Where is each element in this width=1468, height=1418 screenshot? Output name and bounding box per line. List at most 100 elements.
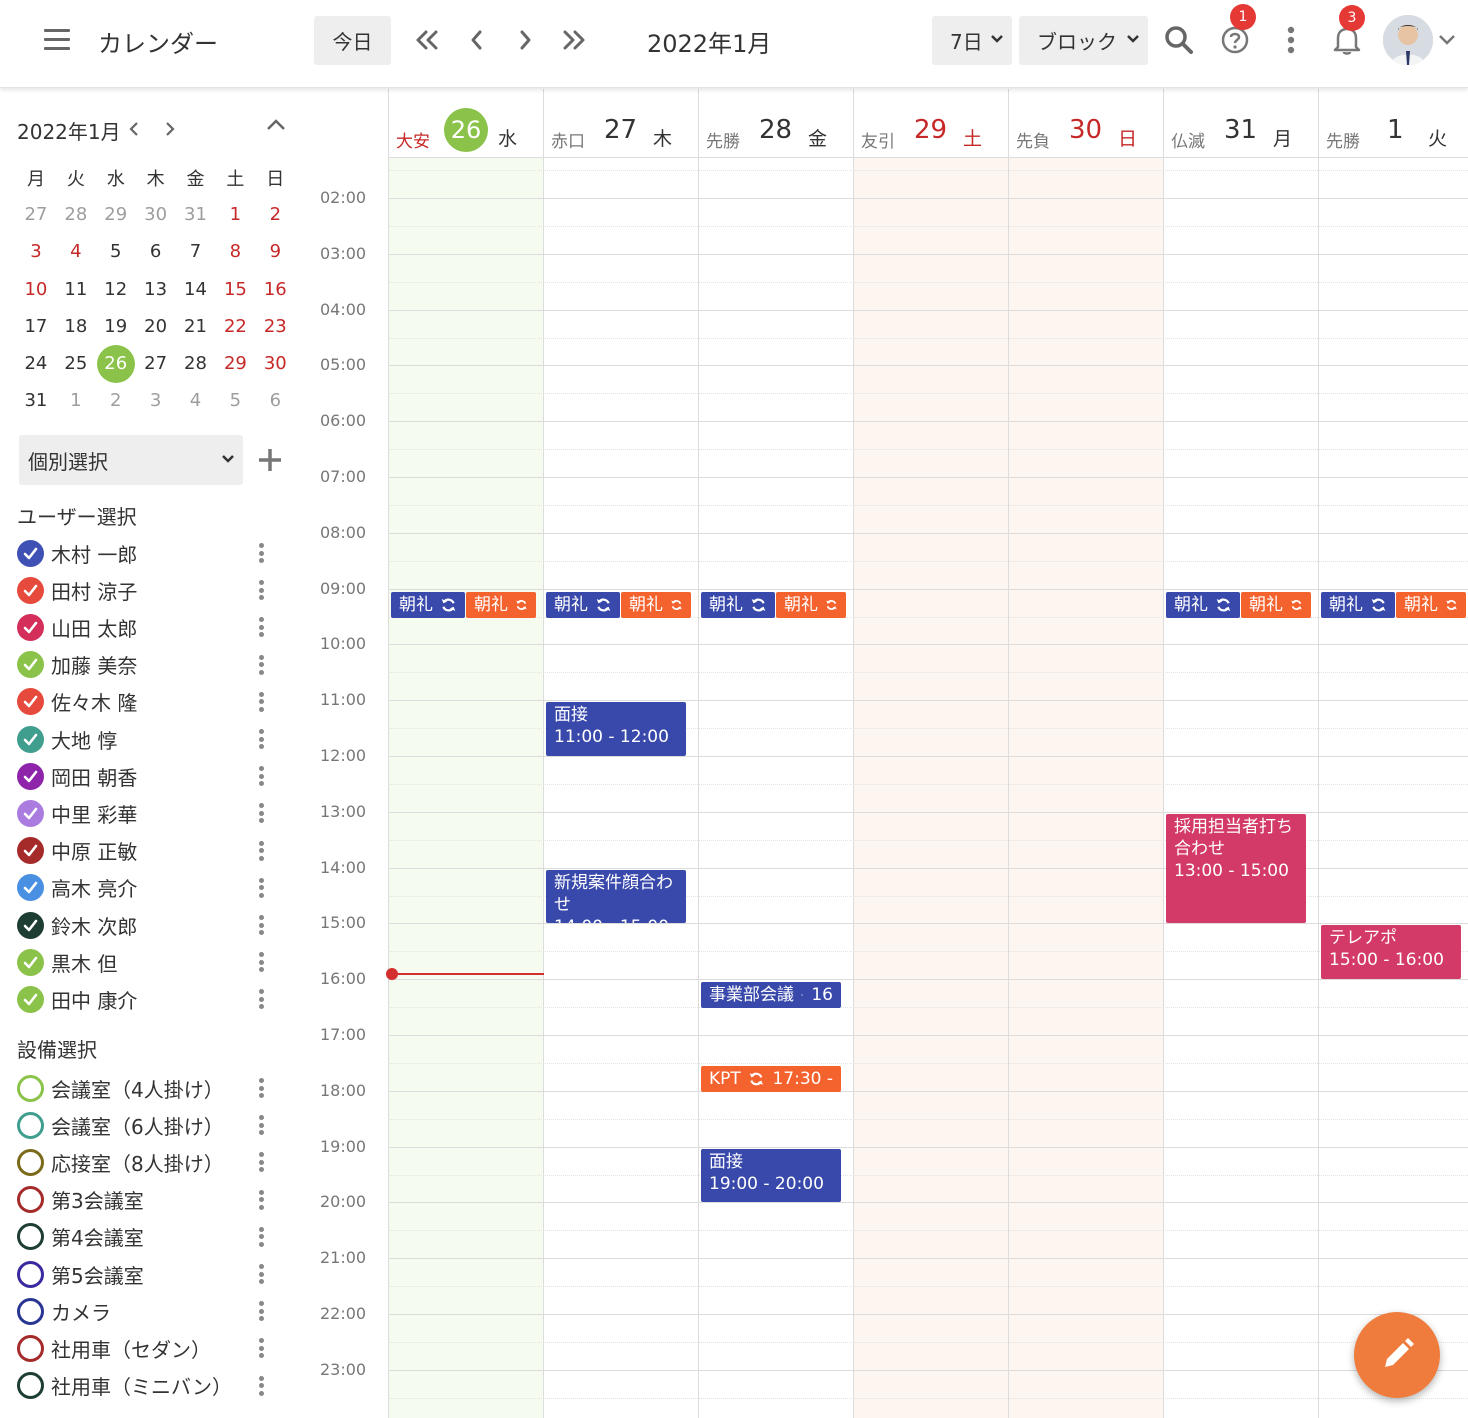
morning-meeting-event[interactable]: 朝礼 — [701, 591, 775, 618]
user-avatar[interactable] — [1383, 15, 1433, 65]
more-vert-icon[interactable] — [257, 543, 265, 563]
day-column[interactable] — [853, 157, 1008, 1418]
more-vert-icon[interactable] — [257, 617, 265, 638]
add-icon[interactable] — [256, 446, 284, 474]
user-row[interactable]: 岡田 朝香 — [17, 761, 277, 791]
prev-week-icon[interactable] — [411, 24, 443, 56]
more-vert-icon[interactable] — [257, 1226, 265, 1247]
view-select[interactable]: ブロック — [1019, 16, 1148, 65]
check-icon[interactable] — [17, 613, 44, 641]
more-vert-icon[interactable] — [257, 1189, 265, 1210]
user-row[interactable]: 田村 涼子 — [17, 575, 277, 605]
day-header[interactable]: 赤口 27 木 — [543, 89, 698, 157]
more-vert-icon[interactable] — [257, 1375, 265, 1396]
check-icon[interactable] — [17, 985, 44, 1013]
interview-event[interactable]: 面接 19:00 - 20:00 — [701, 1148, 841, 1203]
check-icon[interactable] — [17, 874, 44, 902]
more-vert-icon[interactable] — [257, 1078, 265, 1098]
interview-event[interactable]: 面接 11:00 - 12:00 — [546, 702, 686, 756]
mini-day[interactable]: 14 — [176, 271, 216, 308]
radio-ring-icon[interactable] — [17, 1297, 44, 1325]
day-header[interactable]: 大安 26 水 — [388, 89, 543, 157]
mini-day[interactable]: 25 — [56, 345, 96, 382]
menu-icon[interactable] — [44, 29, 70, 51]
mini-day[interactable]: 10 — [16, 271, 56, 308]
check-icon[interactable] — [17, 688, 44, 716]
more-vert-icon[interactable] — [257, 580, 265, 601]
range-select[interactable]: 7日 — [932, 16, 1012, 65]
day-header[interactable]: 仏滅 31 月 — [1163, 89, 1318, 157]
division-meeting-event[interactable]: 事業部会議 16 — [701, 982, 841, 1009]
check-icon[interactable] — [17, 725, 44, 753]
user-row[interactable]: 山田 太郎 — [17, 612, 277, 642]
check-icon[interactable] — [17, 539, 44, 567]
recruiter-meeting-event[interactable]: 採用担当者打ち合わせ 13:00 - 15:00 — [1166, 813, 1306, 924]
morning-meeting-event[interactable]: 朝礼 — [1241, 591, 1311, 618]
kpt-event[interactable]: KPT 17:30 - — [701, 1065, 841, 1092]
user-row[interactable]: 加藤 美奈 — [17, 650, 277, 680]
facility-row[interactable]: 社用車（ミニバン） — [17, 1371, 277, 1401]
mini-day[interactable]: 13 — [136, 271, 176, 308]
new-project-event[interactable]: 新規案件顔合わせ14:00 - 15:00 — [546, 869, 686, 924]
collapse-icon[interactable] — [266, 115, 286, 135]
morning-meeting-event[interactable]: 朝礼 — [391, 591, 465, 618]
user-row[interactable]: 大地 惇 — [17, 724, 277, 754]
mini-day[interactable]: 28 — [56, 196, 96, 233]
morning-meeting-event[interactable]: 朝礼 — [1321, 591, 1395, 618]
check-icon[interactable] — [17, 762, 44, 790]
mini-day[interactable]: 5 — [96, 233, 136, 270]
mini-day[interactable]: 28 — [176, 345, 216, 382]
mini-day[interactable]: 1 — [56, 382, 96, 419]
mini-day[interactable]: 6 — [136, 233, 176, 270]
more-vert-icon[interactable] — [257, 729, 265, 749]
mini-day[interactable]: 2 — [255, 196, 295, 233]
user-row[interactable]: 高木 亮介 — [17, 873, 277, 903]
morning-meeting-event[interactable]: 朝礼 — [466, 591, 536, 618]
more-vert-icon[interactable] — [257, 1115, 265, 1136]
mini-day[interactable]: 1 — [215, 196, 255, 233]
user-row[interactable]: 中原 正敏 — [17, 836, 277, 866]
check-icon[interactable] — [17, 576, 44, 604]
mini-day[interactable]: 18 — [56, 308, 96, 345]
mini-day[interactable]: 7 — [176, 233, 216, 270]
mini-day[interactable]: 24 — [16, 345, 56, 382]
check-icon[interactable] — [17, 651, 44, 679]
radio-ring-icon[interactable] — [17, 1111, 44, 1139]
more-vert-icon[interactable] — [257, 1338, 265, 1359]
more-vert-icon[interactable] — [257, 1301, 265, 1322]
more-vert-icon[interactable] — [257, 691, 265, 712]
mini-day[interactable]: 17 — [16, 308, 56, 345]
more-vert-icon[interactable] — [257, 803, 265, 824]
day-column[interactable] — [543, 157, 698, 1418]
check-icon[interactable] — [17, 799, 44, 827]
mini-day-selected[interactable]: 26 — [96, 344, 136, 383]
mini-day[interactable]: 11 — [56, 271, 96, 308]
user-row[interactable]: 佐々木 隆 — [17, 687, 277, 717]
morning-meeting-event[interactable]: 朝礼 — [776, 591, 846, 618]
day-column[interactable] — [698, 157, 853, 1418]
mini-day[interactable]: 12 — [96, 271, 136, 308]
mini-day[interactable]: 22 — [215, 308, 255, 345]
next-day-icon[interactable] — [509, 24, 541, 56]
radio-ring-icon[interactable] — [17, 1148, 44, 1176]
day-header[interactable]: 先勝 1 火 — [1318, 89, 1468, 157]
more-vert-icon[interactable] — [257, 952, 265, 973]
mini-day[interactable]: 9 — [255, 233, 295, 270]
check-icon[interactable] — [17, 837, 44, 865]
mini-day[interactable]: 5 — [215, 382, 255, 419]
mini-day[interactable]: 2 — [96, 382, 136, 419]
more-vert-icon[interactable] — [257, 877, 265, 898]
day-column[interactable] — [1008, 157, 1163, 1418]
check-icon[interactable] — [17, 948, 44, 976]
facility-row[interactable]: 第5会議室 — [17, 1259, 277, 1289]
morning-meeting-event[interactable]: 朝礼 — [621, 591, 691, 618]
user-row[interactable]: 鈴木 次郎 — [17, 910, 277, 940]
radio-ring-icon[interactable] — [17, 1260, 44, 1288]
search-icon[interactable] — [1161, 22, 1197, 58]
mini-day[interactable]: 19 — [96, 308, 136, 345]
mini-day[interactable]: 31 — [176, 196, 216, 233]
radio-ring-icon[interactable] — [17, 1372, 44, 1400]
mini-day[interactable]: 29 — [96, 196, 136, 233]
mini-next-icon[interactable] — [160, 119, 180, 139]
radio-ring-icon[interactable] — [17, 1186, 44, 1214]
